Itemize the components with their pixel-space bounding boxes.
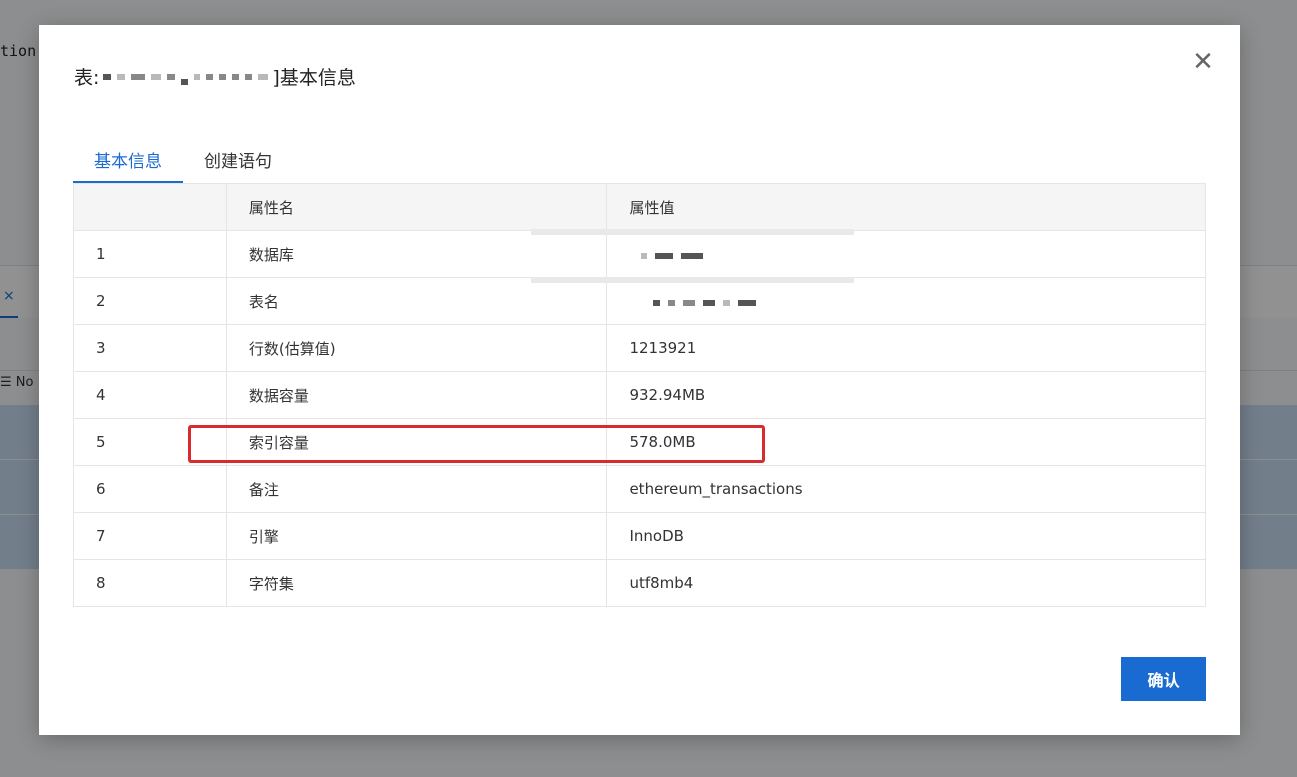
redacted-table-name [103, 69, 269, 85]
table-row: 6 备注 ethereum_transactions [73, 465, 1206, 513]
row-index: 8 [73, 559, 227, 607]
row-index: 7 [73, 512, 227, 560]
row-index: 1 [73, 230, 227, 278]
table-row: 8 字符集 utf8mb4 [73, 559, 1206, 607]
row-index: 4 [73, 371, 227, 419]
table-row: 2 表名 [73, 277, 1206, 325]
property-name: 索引容量 [225, 418, 608, 466]
row-index: 5 [73, 418, 227, 466]
table-row: 1 数据库 [73, 230, 1206, 278]
redaction-blur [531, 229, 854, 235]
dialog-title: 表: ]基本信息 [74, 63, 356, 90]
property-value: utf8mb4 [606, 559, 1206, 607]
property-name: 数据库 [225, 230, 608, 278]
tab-create-statement[interactable]: 创建语句 [183, 143, 293, 179]
column-header-property-name: 属性名 [225, 183, 608, 231]
table-row: 3 行数(估算值) 1213921 [73, 324, 1206, 372]
row-index: 3 [73, 324, 227, 372]
close-icon[interactable]: ✕ [1188, 47, 1218, 77]
row-index: 2 [73, 277, 227, 325]
column-header-index [73, 183, 227, 231]
table-row: 7 引擎 InnoDB [73, 512, 1206, 560]
redacted-table-name-value [653, 300, 757, 306]
property-value: 578.0MB [606, 418, 1206, 466]
dialog-title-prefix: 表: [74, 67, 100, 89]
table-header-row: 属性名 属性值 [73, 183, 1206, 231]
table-row: 5 索引容量 578.0MB [73, 418, 1206, 466]
property-name: 表名 [225, 277, 608, 325]
property-value-redacted [606, 230, 1206, 278]
property-name: 引擎 [225, 512, 608, 560]
property-value: 1213921 [606, 324, 1206, 372]
property-value: InnoDB [606, 512, 1206, 560]
property-name: 数据容量 [225, 371, 608, 419]
column-header-property-value: 属性值 [606, 183, 1206, 231]
properties-table: 属性名 属性值 1 数据库 2 表名 3 行数(估算值) 1213921 4 数… [73, 183, 1206, 607]
property-value: 932.94MB [606, 371, 1206, 419]
tab-basic-info[interactable]: 基本信息 [73, 143, 183, 183]
table-row: 4 数据容量 932.94MB [73, 371, 1206, 419]
table-info-dialog: 表: ]基本信息 ✕ 基本信息 创建语句 属性名 属性值 1 数据库 2 表名 … [39, 25, 1240, 735]
property-value: ethereum_transactions [606, 465, 1206, 513]
property-name: 备注 [225, 465, 608, 513]
property-value-redacted [606, 277, 1206, 325]
confirm-button[interactable]: 确认 [1121, 657, 1206, 701]
property-name: 行数(估算值) [225, 324, 608, 372]
dialog-title-suffix: ]基本信息 [272, 67, 356, 89]
redaction-blur [531, 277, 854, 283]
row-index: 6 [73, 465, 227, 513]
property-name: 字符集 [225, 559, 608, 607]
redacted-database-name [641, 253, 704, 259]
dialog-tabs: 基本信息 创建语句 [73, 143, 1206, 184]
